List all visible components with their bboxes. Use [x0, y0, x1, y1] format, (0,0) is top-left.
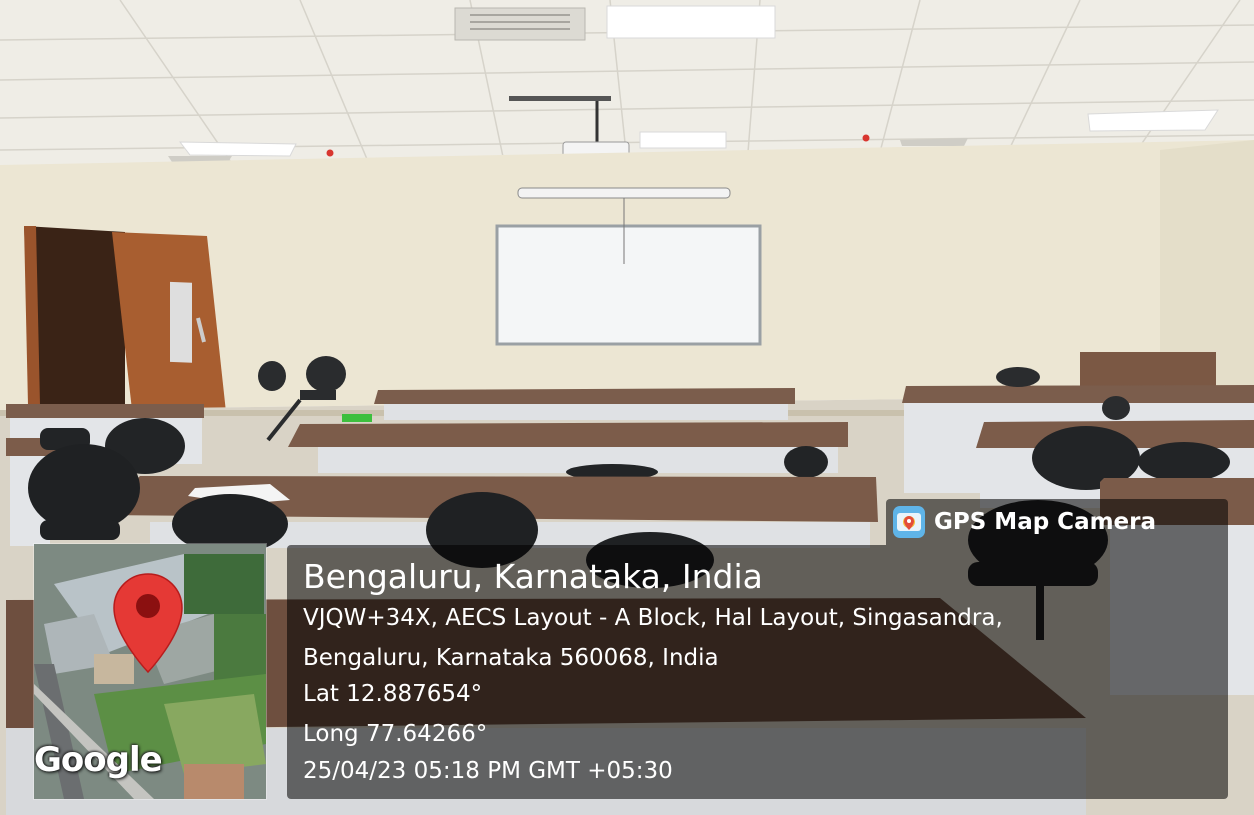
map-watermark: Google [34, 740, 163, 780]
timestamp: 25/04/23 05:18 PM GMT +05:30 [303, 758, 673, 784]
location-title: Bengaluru, Karnataka, India [303, 557, 763, 596]
longitude: Long 77.64266° [303, 721, 488, 747]
ceiling-light [606, 5, 776, 39]
air-vent [454, 7, 586, 41]
latitude: Lat 12.887654° [303, 681, 483, 707]
map-thumbnail: Google [33, 543, 267, 800]
ceiling-light [178, 141, 297, 157]
desk [374, 388, 795, 420]
desk [288, 422, 848, 473]
location-info-panel: Bengaluru, Karnataka, India VJQW+34X, AE… [287, 545, 1228, 799]
podium [1080, 352, 1216, 388]
projector-screen-case [517, 187, 731, 199]
address-line-1: VJQW+34X, AECS Layout - A Block, Hal Lay… [303, 605, 1003, 631]
ceiling-light [1087, 109, 1219, 132]
smoke-detector [862, 134, 870, 142]
app-badge: GPS Map Camera [886, 499, 1228, 545]
map-camera-icon [893, 506, 925, 538]
smoke-detector [326, 149, 334, 157]
address-line-2: Bengaluru, Karnataka 560068, India [303, 645, 719, 671]
ceiling-light [639, 131, 727, 149]
app-name: GPS Map Camera [934, 509, 1157, 535]
whiteboard [495, 224, 762, 346]
